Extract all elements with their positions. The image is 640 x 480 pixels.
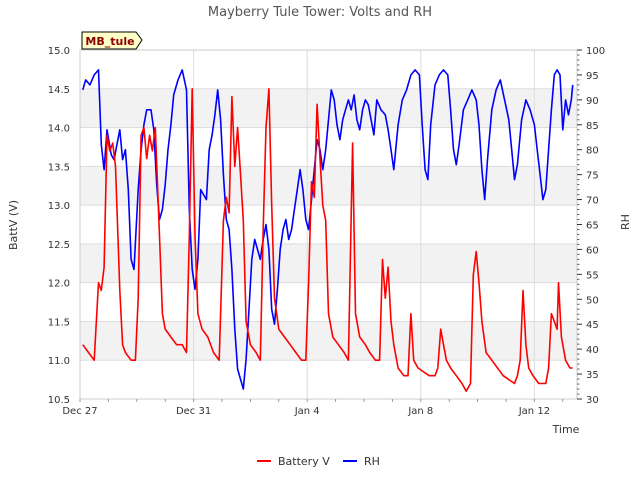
y-left-tick-label: 13.5 xyxy=(48,162,70,173)
legend-label-battery: Battery V xyxy=(278,455,330,468)
y-right-tick-label: 60 xyxy=(586,245,599,256)
plot-band xyxy=(80,321,577,361)
x-tick-label: Jan 4 xyxy=(294,406,320,417)
y-right-tick-label: 85 xyxy=(586,121,599,132)
station-tag-label: MB_tule xyxy=(85,35,134,48)
y-right-tick-label: 100 xyxy=(586,46,605,57)
y-right-tick-label: 50 xyxy=(586,295,599,306)
x-tick-label: Jan 8 xyxy=(407,406,433,417)
y-right-tick-label: 30 xyxy=(586,395,599,406)
y-left-tick-label: 11.5 xyxy=(48,317,70,328)
station-tag: MB_tule xyxy=(81,31,143,50)
y-axis-label-left: BattV (V) xyxy=(7,200,20,250)
y-left-tick-label: 12.5 xyxy=(48,240,70,251)
y-axis-label-right: RH xyxy=(619,214,632,230)
y-right-tick-label: 55 xyxy=(586,270,599,281)
y-right-tick-label: 35 xyxy=(586,370,599,381)
y-right-tick-label: 45 xyxy=(586,320,599,331)
y-left-tick-label: 14.0 xyxy=(48,124,70,135)
x-axis-label: Time xyxy=(552,423,580,436)
y-right-tick-label: 75 xyxy=(586,171,599,182)
y-right-tick-label: 90 xyxy=(586,96,599,107)
y-right-tick-label: 40 xyxy=(586,345,599,356)
y-left-tick-label: 10.5 xyxy=(48,395,70,406)
y-right-tick-label: 80 xyxy=(586,146,599,157)
x-tick-label: Dec 31 xyxy=(176,406,211,417)
y-left-tick-label: 15.0 xyxy=(48,46,70,57)
legend-label-rh: RH xyxy=(364,455,380,468)
y-right-tick-label: 95 xyxy=(586,71,599,82)
chart: 10.5 11.0 11.5 12.0 12.5 13.0 13.5 14.0 14.5 15.0… xyxy=(0,0,640,480)
y-left-tick-label: 11.0 xyxy=(48,356,70,367)
plot-band xyxy=(80,166,577,206)
y-right-tick-label: 65 xyxy=(586,221,599,232)
plot-band xyxy=(80,243,577,283)
x-tick-label: Jan 12 xyxy=(518,406,550,417)
chart-title: Mayberry Tule Tower: Volts and RH xyxy=(208,5,432,20)
y-left-tick-label: 14.5 xyxy=(48,85,70,96)
x-tick-label: Dec 27 xyxy=(62,406,97,417)
y-left-tick-label: 12.0 xyxy=(48,279,70,290)
y-left-tick-label: 13.0 xyxy=(48,201,70,212)
y-right-tick-label: 70 xyxy=(586,196,599,207)
